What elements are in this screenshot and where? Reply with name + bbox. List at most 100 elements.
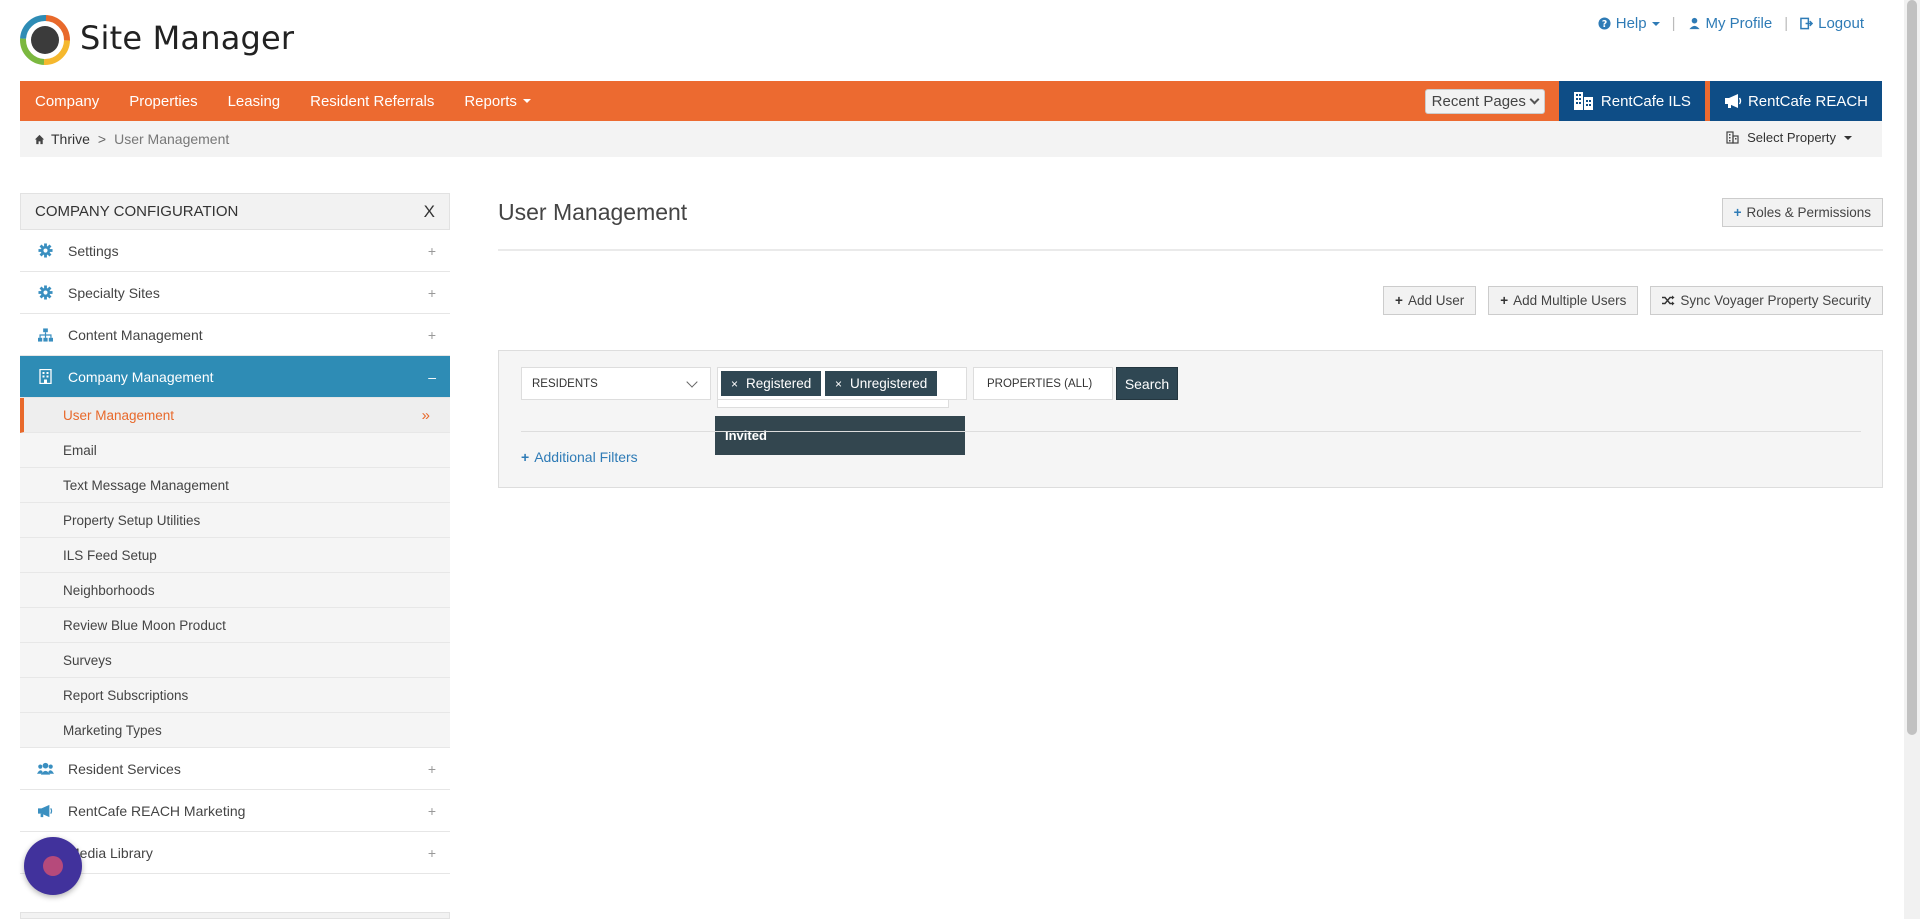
user-type-select[interactable]: RESIDENTS (521, 367, 711, 400)
chat-widget-button[interactable] (24, 837, 82, 895)
building-icon (34, 369, 56, 384)
sidebar-item-resident-services[interactable]: Resident Services + (20, 748, 450, 790)
home-icon (34, 134, 45, 144)
sync-voyager-label: Sync Voyager Property Security (1680, 293, 1871, 308)
status-tag-label: Registered (746, 376, 812, 391)
sidebar-item-label: Specialty Sites (68, 284, 160, 301)
expand-icon: + (427, 844, 436, 861)
sidebar-item-content-management[interactable]: Content Management + (20, 314, 450, 356)
dropdown-option-invited[interactable]: Invited (715, 416, 965, 455)
submenu-item-text-message-management[interactable]: Text Message Management (20, 468, 450, 503)
nav-properties[interactable]: Properties (114, 81, 212, 121)
sidebar-item-label: RentCafe REACH Marketing (68, 802, 246, 819)
user-icon (1688, 17, 1700, 30)
breadcrumb-home[interactable]: Thrive (34, 131, 90, 147)
add-user-label: Add User (1407, 293, 1465, 308)
add-multiple-users-label: Add Multiple Users (1513, 293, 1627, 308)
building-icon (1573, 92, 1593, 110)
sidebar-item-label: Company Management (68, 368, 214, 385)
recent-pages-dropdown[interactable]: Recent Pages (1424, 88, 1545, 114)
company-configuration-sidebar: COMPANY CONFIGURATION X Settings + Speci… (20, 193, 450, 874)
breadcrumb-home-label: Thrive (51, 131, 90, 147)
nav-reports-label: Reports (464, 92, 517, 110)
submenu-item-review-blue-moon-product[interactable]: Review Blue Moon Product (20, 608, 450, 643)
select-property-dropdown[interactable]: Select Property (1726, 130, 1852, 145)
sidebar-item-label: Resident Services (68, 760, 181, 777)
submenu-item-neighborhoods[interactable]: Neighborhoods (20, 573, 450, 608)
building-icon (1726, 131, 1739, 144)
submenu-item-label: User Management (63, 407, 175, 423)
close-sidebar-button[interactable]: X (424, 202, 435, 222)
filter-divider (521, 431, 1861, 432)
sidebar-title: COMPANY CONFIGURATION (35, 203, 239, 220)
plus-icon: + (1500, 293, 1509, 308)
nav-company[interactable]: Company (20, 81, 114, 121)
submenu-item-report-subscriptions[interactable]: Report Subscriptions (20, 678, 450, 713)
status-tag-registered[interactable]: × Registered (721, 371, 822, 396)
collapse-icon: – (428, 368, 436, 385)
separator: | (1671, 15, 1676, 32)
expand-icon: + (427, 760, 436, 777)
megaphone-icon (34, 804, 56, 818)
expand-icon: + (427, 326, 436, 343)
logout-link[interactable]: Logout (1800, 15, 1864, 32)
submenu-item-ils-feed-setup[interactable]: ILS Feed Setup (20, 538, 450, 573)
top-links: ? Help | My Profile | Logout (1598, 15, 1864, 32)
status-tag-label: Unregistered (850, 376, 928, 391)
sidebar-footer (20, 912, 450, 919)
sidebar-item-rentcafe-reach-marketing[interactable]: RentCafe REACH Marketing + (20, 790, 450, 832)
status-search-input[interactable] (717, 400, 949, 408)
nav-leasing[interactable]: Leasing (213, 81, 296, 121)
roles-permissions-label: Roles & Permissions (1746, 205, 1871, 220)
sidebar-item-specialty-sites[interactable]: Specialty Sites + (20, 272, 450, 314)
site-manager-logo[interactable] (20, 15, 70, 65)
my-profile-link[interactable]: My Profile (1688, 15, 1773, 32)
additional-filters-label: Additional Filters (534, 449, 638, 465)
scrollbar-thumb[interactable] (1907, 0, 1917, 735)
search-button[interactable]: Search (1116, 367, 1178, 400)
add-multiple-users-button[interactable]: + Add Multiple Users (1488, 286, 1639, 315)
nav-resident-referrals[interactable]: Resident Referrals (295, 81, 449, 121)
help-label: Help (1615, 15, 1647, 32)
rentcafe-ils-button[interactable]: RentCafe ILS (1558, 81, 1705, 121)
megaphone-icon (1724, 94, 1742, 108)
properties-select[interactable]: PROPERTIES (ALL) (973, 367, 1113, 400)
my-profile-label: My Profile (1705, 15, 1773, 32)
submenu-item-marketing-types[interactable]: Marketing Types (20, 713, 450, 748)
status-tag-unregistered[interactable]: × Unregistered (825, 371, 938, 396)
nav-reports[interactable]: Reports (449, 81, 546, 121)
rentcafe-reach-button[interactable]: RentCafe REACH (1709, 81, 1882, 121)
remove-tag-icon[interactable]: × (835, 377, 842, 391)
svg-text:?: ? (1602, 19, 1607, 30)
question-circle-icon: ? (1598, 17, 1611, 30)
expand-icon: + (427, 284, 436, 301)
status-multiselect[interactable]: × Registered × Unregistered (717, 367, 967, 400)
submenu-item-user-management[interactable]: User Management » (20, 398, 450, 433)
submenu-item-surveys[interactable]: Surveys (20, 643, 450, 678)
help-menu[interactable]: ? Help (1598, 15, 1660, 32)
select-property-label: Select Property (1747, 130, 1836, 145)
roles-permissions-button[interactable]: + Roles & Permissions (1721, 198, 1883, 227)
plus-icon: + (1395, 293, 1403, 308)
sidebar-item-settings[interactable]: Settings + (20, 230, 450, 272)
submenu-item-property-setup-utilities[interactable]: Property Setup Utilities (20, 503, 450, 538)
separator: | (1784, 15, 1789, 32)
rentcafe-ils-label: RentCafe ILS (1600, 92, 1691, 110)
double-chevron-right-icon: » (421, 406, 430, 424)
recent-pages-label: Recent Pages (1431, 92, 1526, 110)
sidebar-item-media-library[interactable]: Media Library + (20, 832, 450, 874)
sidebar-item-company-management[interactable]: Company Management – (20, 356, 450, 398)
users-icon (34, 762, 56, 775)
remove-tag-icon[interactable]: × (731, 377, 738, 391)
chevron-down-icon (1529, 94, 1540, 104)
shuffle-icon (1662, 295, 1675, 306)
add-user-button[interactable]: + Add User (1383, 286, 1477, 315)
page-scrollbar[interactable] (1904, 0, 1920, 919)
additional-filters-link[interactable]: + Additional Filters (521, 449, 638, 465)
sync-voyager-button[interactable]: Sync Voyager Property Security (1650, 286, 1883, 315)
breadcrumb-separator: > (97, 131, 107, 147)
chat-icon (43, 856, 63, 876)
submenu-item-email[interactable]: Email (20, 433, 450, 468)
rentcafe-reach-label: RentCafe REACH (1747, 92, 1868, 110)
chevron-down-icon (686, 376, 698, 388)
